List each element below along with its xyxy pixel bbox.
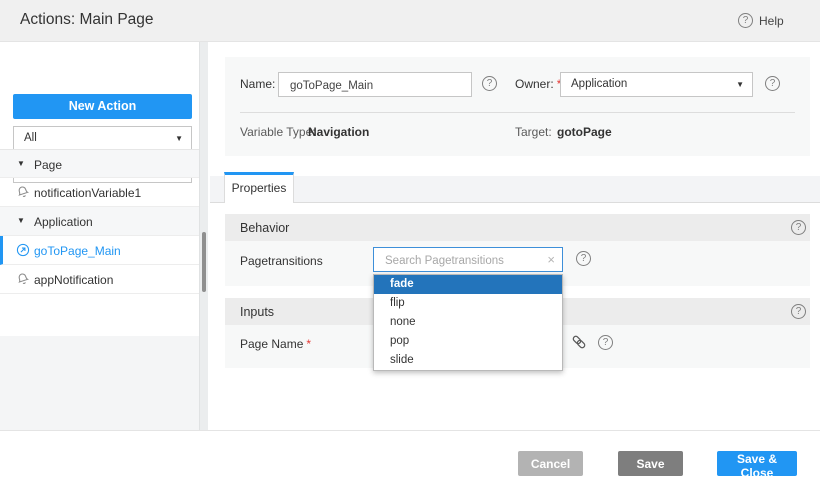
page-name-help-icon[interactable]: ? <box>598 335 613 350</box>
name-input[interactable] <box>288 75 455 96</box>
help-icon[interactable]: ? <box>738 13 753 28</box>
tree-group-page[interactable]: ▼ Page <box>0 149 199 178</box>
tree-group-application[interactable]: ▼ Application <box>0 207 199 236</box>
new-action-button[interactable]: New Action <box>13 94 192 119</box>
required-marker: * <box>306 337 311 351</box>
target-value: gotoPage <box>557 125 612 139</box>
header-bar: Actions: Main Page ? Help <box>0 0 820 42</box>
action-details-card: Name:* ? Owner:* Application ▼ ? Variabl… <box>225 57 810 156</box>
pagetransitions-help-icon[interactable]: ? <box>576 251 591 266</box>
actions-editor-window: Actions: Main Page ? Help New Action All… <box>0 0 820 488</box>
notification-icon <box>16 185 30 204</box>
tree-item-appNotification[interactable]: appNotification <box>0 265 199 294</box>
owner-help-icon[interactable]: ? <box>765 76 780 91</box>
target-label: Target: <box>515 125 552 139</box>
filter-select-value: All <box>24 132 37 144</box>
variable-type-value: Navigation <box>308 125 369 139</box>
page-title: Actions: Main Page <box>20 11 154 29</box>
owner-select-value: Application <box>571 78 627 90</box>
page-name-label: Page Name* <box>240 337 311 351</box>
chevron-down-icon: ▼ <box>17 160 25 168</box>
chevron-down-icon: ▼ <box>736 81 744 89</box>
variable-type-label: Variable Type: <box>240 125 316 139</box>
tree-item-label: appNotification <box>34 273 113 287</box>
sidebar-scrollbar-thumb[interactable] <box>202 232 206 292</box>
save-and-close-button[interactable]: Save & Close <box>717 451 797 476</box>
dropdown-option-flip[interactable]: flip <box>374 294 562 313</box>
owner-select[interactable]: Application ▼ <box>560 72 753 97</box>
tab-properties[interactable]: Properties <box>224 172 294 203</box>
inputs-help-icon[interactable]: ? <box>791 304 806 319</box>
page-name-label-text: Page Name <box>240 337 303 351</box>
tree-group-label: Application <box>34 215 93 229</box>
pagetransitions-field[interactable]: × <box>373 247 563 272</box>
owner-label-text: Owner: <box>515 77 554 91</box>
card-divider <box>240 112 795 113</box>
help-link[interactable]: Help <box>759 14 784 28</box>
dropdown-option-none[interactable]: none <box>374 313 562 332</box>
tab-strip <box>210 176 820 203</box>
chevron-down-icon: ▼ <box>175 135 183 143</box>
sidebar: New Action All ▼ ▼ Page notificationVari… <box>0 42 199 430</box>
pagetransitions-label: Pagetransitions <box>240 254 323 268</box>
goto-page-icon <box>16 243 30 262</box>
inputs-section-title: Inputs <box>240 305 274 319</box>
behavior-section-header: Behavior ? <box>225 214 810 241</box>
tree-item-goToPage-Main[interactable]: goToPage_Main <box>0 236 199 265</box>
name-help-icon[interactable]: ? <box>482 76 497 91</box>
tree-item-label: notificationVariable1 <box>34 186 141 200</box>
footer-bar: Cancel Save Save & Close <box>0 430 820 488</box>
pagetransitions-search-input[interactable] <box>383 250 542 271</box>
name-field[interactable] <box>278 72 472 97</box>
tree-group-label: Page <box>34 158 62 172</box>
dropdown-option-fade[interactable]: fade <box>374 275 562 294</box>
link-icon[interactable] <box>571 334 587 355</box>
clear-icon[interactable]: × <box>547 252 555 267</box>
tree-item-label: goToPage_Main <box>34 244 121 258</box>
dropdown-option-slide[interactable]: slide <box>374 351 562 370</box>
behavior-help-icon[interactable]: ? <box>791 220 806 235</box>
chevron-down-icon: ▼ <box>17 217 25 225</box>
name-label-text: Name: <box>240 77 275 91</box>
behavior-section-title: Behavior <box>240 221 289 235</box>
filter-select[interactable]: All ▼ <box>13 126 192 151</box>
tree-item-notificationVariable1[interactable]: notificationVariable1 <box>0 178 199 207</box>
notification-icon <box>16 272 30 291</box>
owner-label: Owner:* <box>515 77 561 91</box>
save-button[interactable]: Save <box>618 451 683 476</box>
pagetransitions-dropdown: fade flip none pop slide <box>373 274 563 371</box>
cancel-button[interactable]: Cancel <box>518 451 583 476</box>
dropdown-option-pop[interactable]: pop <box>374 332 562 351</box>
name-label: Name:* <box>240 77 283 91</box>
